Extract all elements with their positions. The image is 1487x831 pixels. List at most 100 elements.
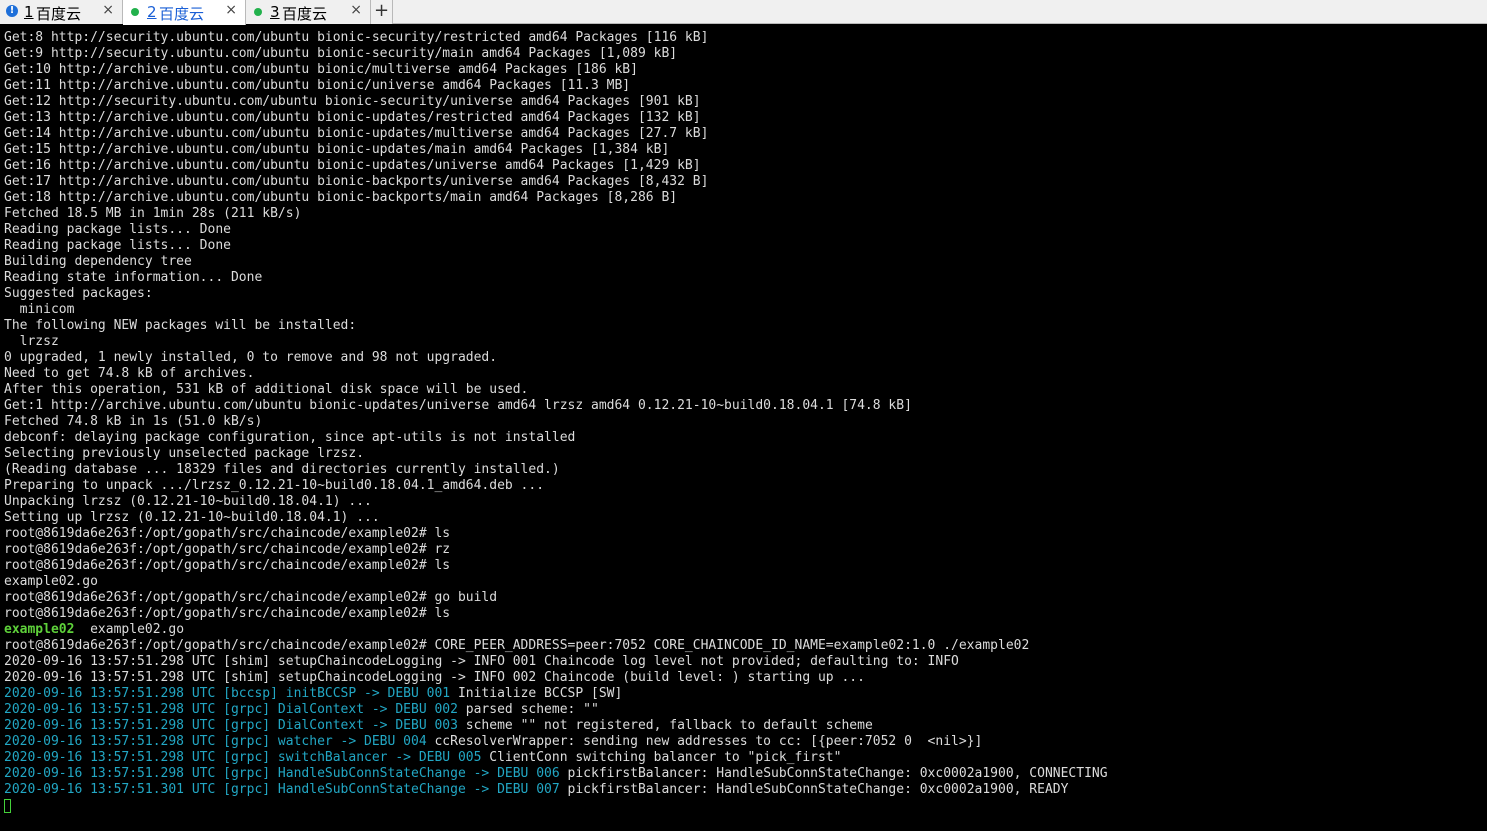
terminal-text: 2020-09-16 13:57:51.298 UTC [grpc] DialC… xyxy=(4,702,458,717)
terminal-line: 2020-09-16 13:57:51.298 UTC [shim] setup… xyxy=(4,670,1108,686)
terminal-text: ccResolverWrapper: sending new addresses… xyxy=(426,734,983,749)
tab-1[interactable]: ! 1 百度云 × xyxy=(0,0,123,24)
terminal-text: lrzsz xyxy=(4,334,59,349)
tab-label: 百度云 xyxy=(282,5,328,23)
terminal-text: Suggested packages: xyxy=(4,286,153,301)
terminal-line: root@8619da6e263f:/opt/gopath/src/chainc… xyxy=(4,542,1108,558)
terminal-line: root@8619da6e263f:/opt/gopath/src/chainc… xyxy=(4,526,1108,542)
terminal-line: Reading package lists... Done xyxy=(4,222,1108,238)
terminal-text: example02.go xyxy=(4,574,98,589)
terminal-text: Preparing to unpack .../lrzsz_0.12.21-10… xyxy=(4,478,545,493)
terminal-text: 2020-09-16 13:57:51.298 UTC [grpc] watch… xyxy=(4,734,427,749)
terminal-text: parsed scheme: "" xyxy=(457,702,599,717)
terminal-line: Get:18 http://archive.ubuntu.com/ubuntu … xyxy=(4,190,1108,206)
info-icon: ! xyxy=(6,5,18,17)
terminal-line: Get:12 http://security.ubuntu.com/ubuntu… xyxy=(4,94,1108,110)
terminal-line: Get:13 http://archive.ubuntu.com/ubuntu … xyxy=(4,110,1108,126)
terminal-line: 2020-09-16 13:57:51.298 UTC [grpc] switc… xyxy=(4,750,1108,766)
terminal-text: example02 xyxy=(4,622,75,637)
terminal-line: After this operation, 531 kB of addition… xyxy=(4,382,1108,398)
terminal-line: Fetched 18.5 MB in 1min 28s (211 kB/s) xyxy=(4,206,1108,222)
close-icon[interactable]: × xyxy=(225,2,237,18)
terminal-text: Selecting previously unselected package … xyxy=(4,446,365,461)
terminal-text: Get:14 http://archive.ubuntu.com/ubuntu … xyxy=(4,126,709,141)
terminal-line: root@8619da6e263f:/opt/gopath/src/chainc… xyxy=(4,606,1108,622)
terminal-text: Get:18 http://archive.ubuntu.com/ubuntu … xyxy=(4,190,678,205)
terminal-text: Need to get 74.8 kB of archives. xyxy=(4,366,255,381)
terminal-text: debconf: delaying package configuration,… xyxy=(4,430,576,445)
terminal-line: Get:14 http://archive.ubuntu.com/ubuntu … xyxy=(4,126,1108,142)
close-icon[interactable]: × xyxy=(350,2,362,18)
terminal-text: 2020-09-16 13:57:51.298 UTC [shim] setup… xyxy=(4,670,865,685)
terminal-prompt-line[interactable] xyxy=(4,798,1108,814)
terminal-text: Get:13 http://archive.ubuntu.com/ubuntu … xyxy=(4,110,701,125)
terminal-text: root@8619da6e263f:/opt/gopath/src/chainc… xyxy=(4,606,451,621)
tab-number: 2 xyxy=(147,3,157,21)
close-icon[interactable]: × xyxy=(102,2,114,18)
terminal-text: Fetched 18.5 MB in 1min 28s (211 kB/s) xyxy=(4,206,302,221)
terminal-line: Selecting previously unselected package … xyxy=(4,446,1108,462)
tab-bar: ! 1 百度云 × 2 百度云 × 3 百度云 × + xyxy=(0,0,1487,25)
connected-dot-icon xyxy=(254,8,262,16)
terminal-line: root@8619da6e263f:/opt/gopath/src/chainc… xyxy=(4,638,1108,654)
terminal-text: Get:1 http://archive.ubuntu.com/ubuntu b… xyxy=(4,398,912,413)
terminal-line: 2020-09-16 13:57:51.298 UTC [grpc] DialC… xyxy=(4,718,1108,734)
terminal-text: root@8619da6e263f:/opt/gopath/src/chainc… xyxy=(4,542,451,557)
terminal-line: 2020-09-16 13:57:51.301 UTC [grpc] Handl… xyxy=(4,782,1108,798)
terminal-line: Get:16 http://archive.ubuntu.com/ubuntu … xyxy=(4,158,1108,174)
terminal-line: Unpacking lrzsz (0.12.21-10~build0.18.04… xyxy=(4,494,1108,510)
terminal-line: Get:8 http://security.ubuntu.com/ubuntu … xyxy=(4,30,1108,46)
terminal-text: 0 upgraded, 1 newly installed, 0 to remo… xyxy=(4,350,498,365)
tab-number: 3 xyxy=(270,3,280,21)
terminal-lines: Get:8 http://security.ubuntu.com/ubuntu … xyxy=(4,30,1108,814)
terminal-line: example02 example02.go xyxy=(4,622,1108,638)
terminal-line: Get:11 http://archive.ubuntu.com/ubuntu … xyxy=(4,78,1108,94)
tab-label: 百度云 xyxy=(36,5,82,23)
terminal-text: Get:8 http://security.ubuntu.com/ubuntu … xyxy=(4,30,709,45)
terminal-text: Setting up lrzsz (0.12.21-10~build0.18.0… xyxy=(4,510,380,525)
terminal-line: example02.go xyxy=(4,574,1108,590)
terminal-line: Get:10 http://archive.ubuntu.com/ubuntu … xyxy=(4,62,1108,78)
tab-3[interactable]: 3 百度云 × xyxy=(246,0,371,24)
terminal-text: root@8619da6e263f:/opt/gopath/src/chainc… xyxy=(4,590,498,605)
terminal-line: lrzsz xyxy=(4,334,1108,350)
tab-2[interactable]: 2 百度云 × xyxy=(123,0,246,25)
terminal-text: Get:10 http://archive.ubuntu.com/ubuntu … xyxy=(4,62,638,77)
terminal-text: example02.go xyxy=(74,622,185,637)
terminal-text: Unpacking lrzsz (0.12.21-10~build0.18.04… xyxy=(4,494,372,509)
add-tab-button[interactable]: + xyxy=(371,0,393,24)
terminal-text: Get:11 http://archive.ubuntu.com/ubuntu … xyxy=(4,78,631,93)
terminal-text: scheme "" not registered, fallback to de… xyxy=(457,718,873,733)
terminal-line: Reading package lists... Done xyxy=(4,238,1108,254)
cursor xyxy=(4,798,11,813)
terminal-line: 0 upgraded, 1 newly installed, 0 to remo… xyxy=(4,350,1108,366)
terminal-text: pickfirstBalancer: HandleSubConnStateCha… xyxy=(559,782,1069,797)
tab-number: 1 xyxy=(24,3,34,21)
terminal-line: Setting up lrzsz (0.12.21-10~build0.18.0… xyxy=(4,510,1108,526)
terminal-text: Get:15 http://archive.ubuntu.com/ubuntu … xyxy=(4,142,670,157)
terminal-line: The following NEW packages will be insta… xyxy=(4,318,1108,334)
terminal-output[interactable]: Get:8 http://security.ubuntu.com/ubuntu … xyxy=(0,25,1487,831)
terminal-line: Building dependency tree xyxy=(4,254,1108,270)
terminal-text: (Reading database ... 18329 files and di… xyxy=(4,462,560,477)
tab-label: 百度云 xyxy=(159,5,205,23)
terminal-line: 2020-09-16 13:57:51.298 UTC [shim] setup… xyxy=(4,654,1108,670)
terminal-text: 2020-09-16 13:57:51.298 UTC [bccsp] init… xyxy=(4,686,451,701)
terminal-line: Suggested packages: xyxy=(4,286,1108,302)
terminal-text: pickfirstBalancer: HandleSubConnStateCha… xyxy=(559,766,1108,781)
terminal-text: Get:9 http://security.ubuntu.com/ubuntu … xyxy=(4,46,678,61)
terminal-line: root@8619da6e263f:/opt/gopath/src/chainc… xyxy=(4,558,1108,574)
terminal-text: Reading package lists... Done xyxy=(4,222,231,237)
terminal-line: Get:1 http://archive.ubuntu.com/ubuntu b… xyxy=(4,398,1108,414)
terminal-text: minicom xyxy=(4,302,75,317)
terminal-text: 2020-09-16 13:57:51.298 UTC [shim] setup… xyxy=(4,654,959,669)
terminal-line: Need to get 74.8 kB of archives. xyxy=(4,366,1108,382)
terminal-line: Get:9 http://security.ubuntu.com/ubuntu … xyxy=(4,46,1108,62)
connected-dot-icon xyxy=(131,8,139,16)
terminal-text: Reading package lists... Done xyxy=(4,238,231,253)
terminal-text: root@8619da6e263f:/opt/gopath/src/chainc… xyxy=(4,526,451,541)
terminal-text: ClientConn switching balancer to "pick_f… xyxy=(481,750,842,765)
terminal-line: 2020-09-16 13:57:51.298 UTC [bccsp] init… xyxy=(4,686,1108,702)
terminal-line: (Reading database ... 18329 files and di… xyxy=(4,462,1108,478)
terminal-line: 2020-09-16 13:57:51.298 UTC [grpc] watch… xyxy=(4,734,1108,750)
